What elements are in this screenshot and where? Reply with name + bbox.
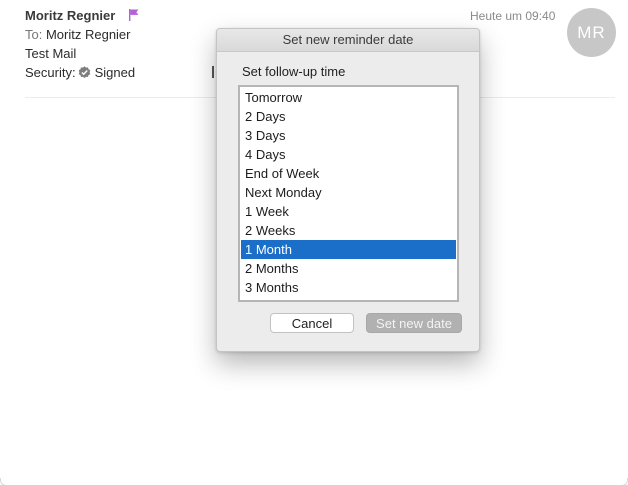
timestamp: Heute um 09:40 <box>470 9 556 23</box>
option-2-weeks[interactable]: 2 Weeks <box>241 221 456 240</box>
follow-up-label: Set follow-up time <box>242 64 346 79</box>
mail-window: Moritz Regnier To: Moritz Regnier Test M… <box>0 0 628 485</box>
reminder-dialog: Set new reminder date Set follow-up time… <box>216 28 480 352</box>
set-new-date-button[interactable]: Set new date <box>366 313 462 333</box>
option-2-days[interactable]: 2 Days <box>241 107 456 126</box>
text-cursor <box>212 66 214 78</box>
signed-check-icon[interactable] <box>78 66 91 79</box>
subject: Test Mail <box>25 46 77 61</box>
window-corner-right <box>620 478 628 485</box>
security-status: Signed <box>94 65 136 80</box>
flag-icon[interactable] <box>128 9 139 21</box>
option-3-days[interactable]: 3 Days <box>241 126 456 145</box>
option-2-months[interactable]: 2 Months <box>241 259 456 278</box>
avatar: MR <box>567 8 616 57</box>
window-corner-left <box>0 478 8 485</box>
option-1-month[interactable]: 1 Month <box>241 240 456 259</box>
option-4-days[interactable]: 4 Days <box>241 145 456 164</box>
follow-up-options: Tomorrow 2 Days 3 Days 4 Days End of Wee… <box>241 88 456 297</box>
security-label: Security: <box>25 65 76 80</box>
security-row: Security: Signed <box>25 65 135 80</box>
cancel-button[interactable]: Cancel <box>270 313 354 333</box>
dialog-title: Set new reminder date <box>217 29 479 52</box>
follow-up-list[interactable]: Tomorrow 2 Days 3 Days 4 Days End of Wee… <box>238 85 459 302</box>
option-1-week[interactable]: 1 Week <box>241 202 456 221</box>
option-next-monday[interactable]: Next Monday <box>241 183 456 202</box>
option-3-months[interactable]: 3 Months <box>241 278 456 297</box>
to-recipient[interactable]: Moritz Regnier <box>46 27 131 42</box>
to-row: To: Moritz Regnier <box>25 27 131 42</box>
option-tomorrow[interactable]: Tomorrow <box>241 88 456 107</box>
sender-name: Moritz Regnier <box>25 8 116 23</box>
to-label: To: <box>25 27 43 42</box>
option-end-of-week[interactable]: End of Week <box>241 164 456 183</box>
